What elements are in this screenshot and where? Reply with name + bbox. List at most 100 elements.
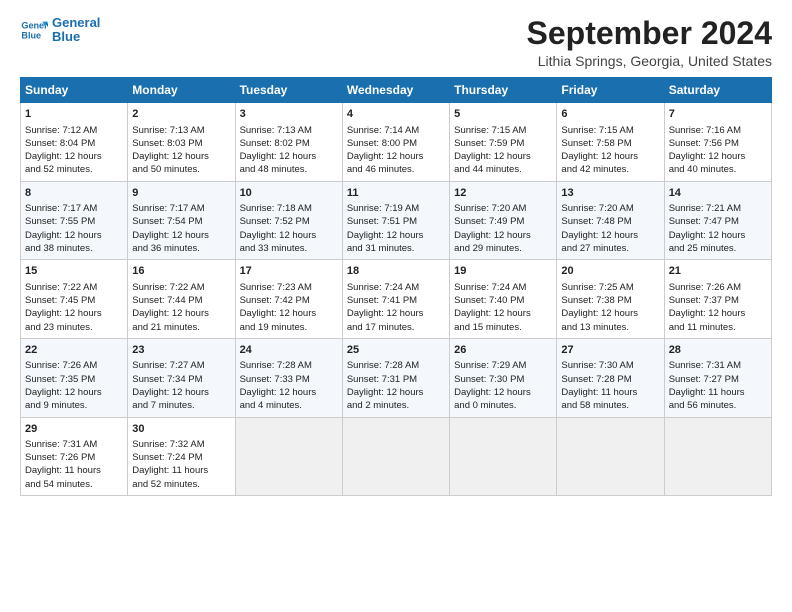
day-info-line: Sunset: 8:02 PM: [240, 137, 338, 150]
main-title: September 2024: [527, 16, 772, 51]
day-info-line: Sunset: 7:28 PM: [561, 373, 659, 386]
day-info-line: and 19 minutes.: [240, 321, 338, 334]
day-info-line: and 0 minutes.: [454, 399, 552, 412]
day-info-line: and 50 minutes.: [132, 163, 230, 176]
calendar-cell: 3Sunrise: 7:13 AMSunset: 8:02 PMDaylight…: [235, 103, 342, 182]
day-info-line: Sunset: 7:30 PM: [454, 373, 552, 386]
day-info-line: Daylight: 12 hours: [561, 229, 659, 242]
day-number: 9: [132, 186, 230, 201]
day-info-line: Sunrise: 7:31 AM: [25, 438, 123, 451]
day-info-line: Sunset: 7:38 PM: [561, 294, 659, 307]
calendar-cell: 17 Sunrise: 7:23 AMSunset: 7:42 PMDayligh…: [235, 260, 342, 339]
day-info-line: Sunset: 7:58 PM: [561, 137, 659, 150]
day-info-line: Daylight: 12 hours: [347, 386, 445, 399]
day-number: 18: [347, 264, 445, 279]
day-info-line: Sunset: 7:41 PM: [347, 294, 445, 307]
day-info-line: Daylight: 12 hours: [132, 307, 230, 320]
calendar-cell: [235, 417, 342, 496]
day-number: 10: [240, 186, 338, 201]
day-info-line: Sunrise: 7:31 AM: [669, 359, 767, 372]
day-info-line: and 15 minutes.: [454, 321, 552, 334]
day-info-line: and 7 minutes.: [132, 399, 230, 412]
calendar-cell: 12Sunrise: 7:20 AMSunset: 7:49 PMDayligh…: [450, 181, 557, 260]
calendar-cell: 28Sunrise: 7:31 AMSunset: 7:27 PMDayligh…: [664, 338, 771, 417]
calendar-header-row: SundayMondayTuesdayWednesdayThursdayFrid…: [21, 78, 772, 103]
day-header-monday: Monday: [128, 78, 235, 103]
day-info-line: Daylight: 12 hours: [561, 150, 659, 163]
day-info-line: Daylight: 12 hours: [25, 150, 123, 163]
day-info-line: Sunset: 7:34 PM: [132, 373, 230, 386]
day-info-line: and 25 minutes.: [669, 242, 767, 255]
day-info-line: Sunrise: 7:21 AM: [669, 202, 767, 215]
day-number: 15: [25, 264, 123, 279]
day-info-line: and 44 minutes.: [454, 163, 552, 176]
day-info-line: Sunset: 7:24 PM: [132, 451, 230, 464]
page: General Blue General Blue September 2024…: [0, 0, 792, 612]
day-info-line: Daylight: 12 hours: [454, 150, 552, 163]
day-info-line: Daylight: 12 hours: [347, 229, 445, 242]
day-header-tuesday: Tuesday: [235, 78, 342, 103]
day-info-line: Sunset: 7:59 PM: [454, 137, 552, 150]
day-info-line: Sunset: 8:00 PM: [347, 137, 445, 150]
day-info-line: Sunset: 7:40 PM: [454, 294, 552, 307]
day-info-line: Daylight: 12 hours: [347, 150, 445, 163]
calendar-cell: 19Sunrise: 7:24 AMSunset: 7:40 PMDayligh…: [450, 260, 557, 339]
day-number: 1: [25, 107, 123, 122]
day-info-line: Sunrise: 7:18 AM: [240, 202, 338, 215]
day-number: 20: [561, 264, 659, 279]
day-info-line: and 46 minutes.: [347, 163, 445, 176]
logo: General Blue General Blue: [20, 16, 100, 45]
day-info-line: Sunrise: 7:20 AM: [454, 202, 552, 215]
calendar-cell: 26Sunrise: 7:29 AMSunset: 7:30 PMDayligh…: [450, 338, 557, 417]
calendar-cell: 2Sunrise: 7:13 AMSunset: 8:03 PMDaylight…: [128, 103, 235, 182]
day-info-line: and 33 minutes.: [240, 242, 338, 255]
day-info-line: and 54 minutes.: [25, 478, 123, 491]
day-info-line: Daylight: 12 hours: [132, 386, 230, 399]
calendar-cell: 15Sunrise: 7:22 AMSunset: 7:45 PMDayligh…: [21, 260, 128, 339]
day-info-line: Sunrise: 7:24 AM: [454, 281, 552, 294]
day-number: 8: [25, 186, 123, 201]
day-info-line: Daylight: 11 hours: [132, 464, 230, 477]
day-info-line: and 52 minutes.: [25, 163, 123, 176]
day-number: 26: [454, 343, 552, 358]
day-number: 22: [25, 343, 123, 358]
day-number: 12: [454, 186, 552, 201]
calendar-table: SundayMondayTuesdayWednesdayThursdayFrid…: [20, 77, 772, 496]
day-info-line: Sunrise: 7:22 AM: [25, 281, 123, 294]
day-header-thursday: Thursday: [450, 78, 557, 103]
day-info-line: Sunset: 7:55 PM: [25, 215, 123, 228]
calendar-cell: 6Sunrise: 7:15 AMSunset: 7:58 PMDaylight…: [557, 103, 664, 182]
day-info-line: Sunset: 7:51 PM: [347, 215, 445, 228]
calendar-cell: 9Sunrise: 7:17 AMSunset: 7:54 PMDaylight…: [128, 181, 235, 260]
day-info-line: Sunset: 7:42 PM: [240, 294, 338, 307]
day-info-line: and 9 minutes.: [25, 399, 123, 412]
day-info-line: Sunrise: 7:32 AM: [132, 438, 230, 451]
day-number: 17: [240, 264, 338, 279]
calendar-cell: [450, 417, 557, 496]
day-info-line: Sunset: 7:27 PM: [669, 373, 767, 386]
day-info-line: Sunrise: 7:23 AM: [240, 281, 338, 294]
day-info-line: Daylight: 12 hours: [240, 150, 338, 163]
day-info-line: and 29 minutes.: [454, 242, 552, 255]
day-header-sunday: Sunday: [21, 78, 128, 103]
day-info-line: and 48 minutes.: [240, 163, 338, 176]
week-row-1: 1Sunrise: 7:12 AMSunset: 8:04 PMDaylight…: [21, 103, 772, 182]
calendar-cell: 7Sunrise: 7:16 AMSunset: 7:56 PMDaylight…: [664, 103, 771, 182]
day-info-line: and 21 minutes.: [132, 321, 230, 334]
day-info-line: Sunrise: 7:20 AM: [561, 202, 659, 215]
calendar-cell: 23Sunrise: 7:27 AMSunset: 7:34 PMDayligh…: [128, 338, 235, 417]
day-info-line: and 17 minutes.: [347, 321, 445, 334]
day-info-line: Daylight: 12 hours: [561, 307, 659, 320]
day-info-line: Daylight: 12 hours: [240, 307, 338, 320]
day-number: 2: [132, 107, 230, 122]
day-info-line: Sunrise: 7:30 AM: [561, 359, 659, 372]
day-info-line: Sunset: 7:47 PM: [669, 215, 767, 228]
day-info-line: Sunset: 7:54 PM: [132, 215, 230, 228]
day-info-line: Daylight: 12 hours: [132, 150, 230, 163]
calendar-cell: 4Sunrise: 7:14 AMSunset: 8:00 PMDaylight…: [342, 103, 449, 182]
day-info-line: Sunset: 8:03 PM: [132, 137, 230, 150]
day-info-line: Sunrise: 7:17 AM: [25, 202, 123, 215]
day-info-line: Sunrise: 7:26 AM: [669, 281, 767, 294]
calendar-cell: 20Sunrise: 7:25 AMSunset: 7:38 PMDayligh…: [557, 260, 664, 339]
calendar-cell: 29Sunrise: 7:31 AMSunset: 7:26 PMDayligh…: [21, 417, 128, 496]
